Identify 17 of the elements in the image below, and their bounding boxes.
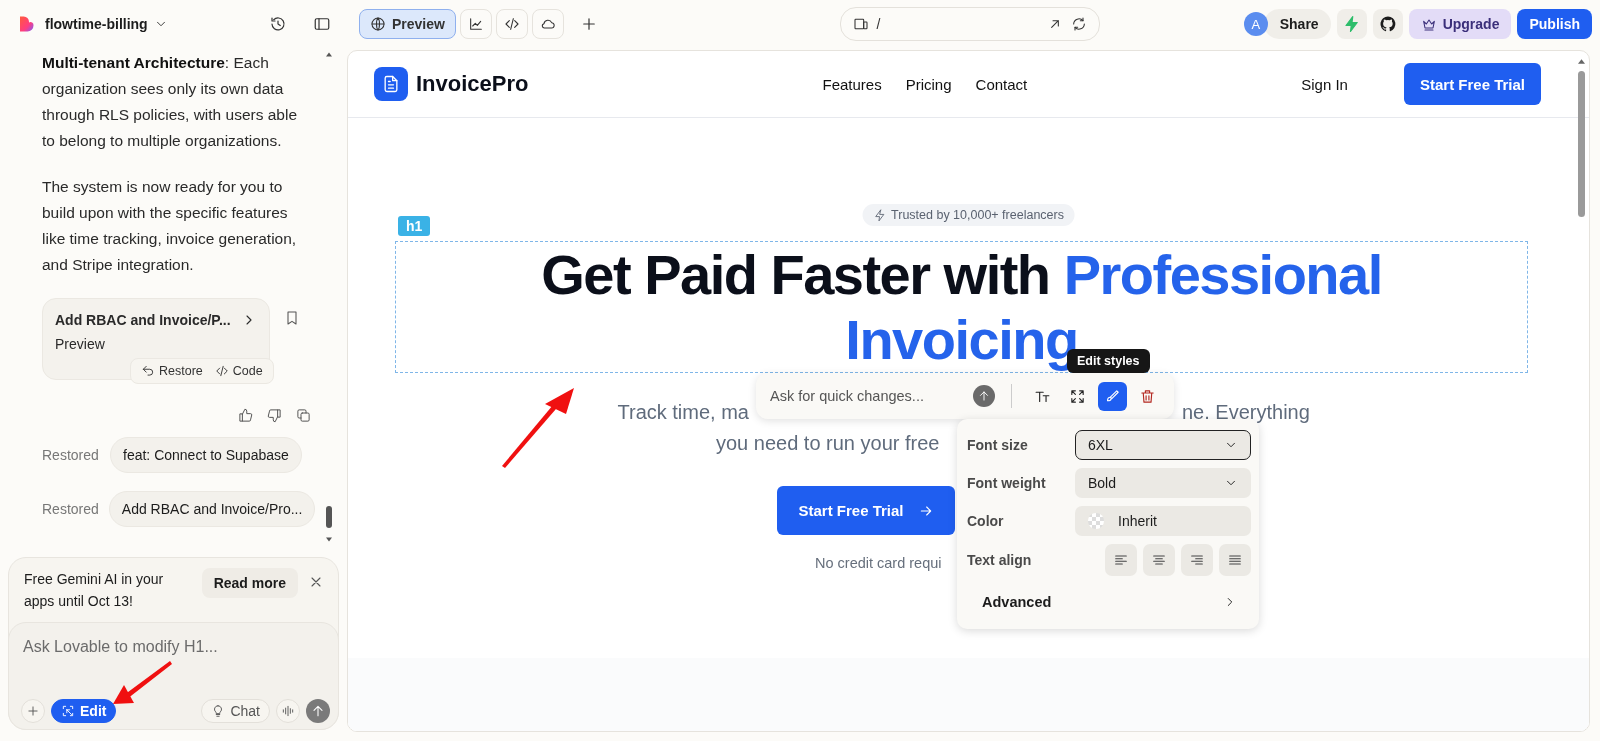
version-subtitle: Preview (55, 335, 105, 354)
trust-badge: Trusted by 10,000+ freelancers (862, 204, 1075, 226)
subtitle-text: you need to run your free (716, 431, 940, 456)
subtitle-text: ne. Everything (1182, 400, 1310, 425)
field-label: Color (967, 513, 1004, 529)
status-label: Restored (42, 500, 99, 519)
promo-text: Free Gemini AI in your apps until Oct 13! (24, 570, 165, 611)
element-tag: h1 (398, 216, 431, 236)
url-path: / (876, 16, 882, 32)
note-text: No credit card requi (815, 555, 942, 571)
subtitle-text: Track time, ma (617, 400, 749, 425)
status-label: Restored (42, 446, 100, 465)
chat-message-text: The system is now ready for you to build upon with the specific features like time tracking, invoice generation, and Stripe integration. (42, 177, 298, 275)
field-label: Font size (967, 437, 1028, 453)
field-label: Font weight (967, 475, 1046, 491)
field-label: Text align (967, 552, 1032, 568)
chat-message-text: Multi-tenant Architecture: Each organization sees only its own data through RLS policies, with users able to belong to multiple organizations. (42, 53, 299, 151)
